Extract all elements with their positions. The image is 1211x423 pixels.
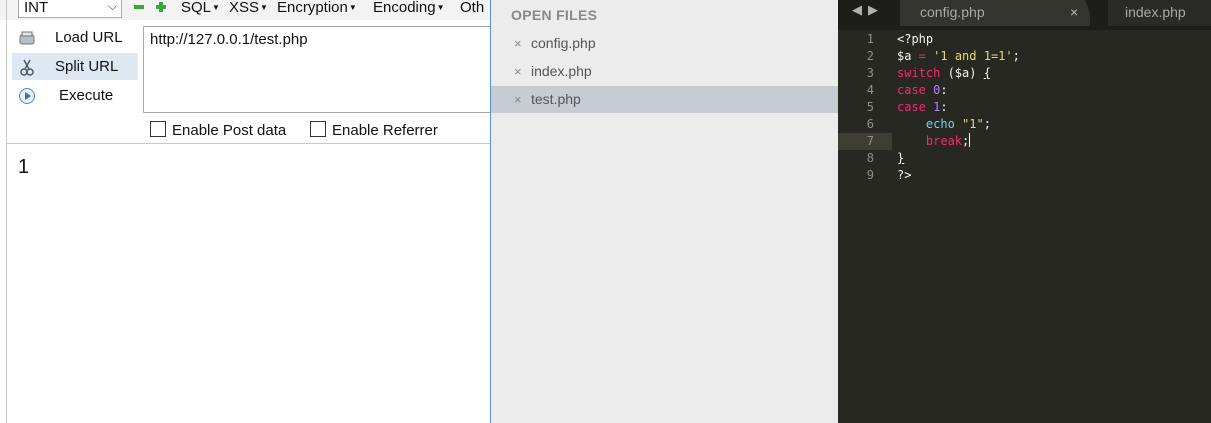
line-number: 4	[866, 83, 874, 97]
line-number: 7	[866, 134, 874, 148]
menu-encryption[interactable]: Encryption▼	[277, 0, 357, 18]
tab-config-php[interactable]: config.php ×	[900, 0, 1090, 26]
line-number: 5	[866, 100, 874, 114]
enable-referrer-checkbox[interactable]: Enable Referrer	[310, 121, 438, 140]
menu-sql[interactable]: SQL▼	[181, 0, 220, 18]
load-url-button[interactable]: Load URL	[12, 24, 138, 51]
code-line: switch ($a) {	[897, 66, 991, 80]
enable-post-data-checkbox[interactable]: Enable Post data	[150, 121, 286, 140]
panel-border	[6, 0, 7, 423]
code-line: echo "1";	[925, 117, 991, 131]
line-number: 9	[866, 168, 874, 182]
line-number: 1	[866, 32, 874, 46]
url-input[interactable]: http://127.0.0.1/test.php	[143, 26, 490, 113]
code-line: <?php	[897, 32, 934, 46]
open-file-item[interactable]: × config.php	[491, 30, 838, 57]
open-file-item-active[interactable]: × test.php	[491, 86, 838, 113]
page-output: 1	[18, 156, 30, 178]
line-number-gutter: 1 2 3 4 5 6 7 8 9	[838, 30, 890, 423]
line-number: 6	[866, 117, 874, 131]
chevron-down-icon: ⌵	[107, 0, 117, 13]
execute-button[interactable]: Execute	[12, 82, 138, 109]
code-line: $a = '1 and 1=1';	[897, 49, 1020, 63]
text-cursor	[969, 133, 971, 147]
play-icon	[19, 88, 35, 104]
hackbar-toolbar: INT ⌵ SQL▼ XSS▼ Encryption▼ Encoding▼ Ot…	[0, 0, 490, 20]
checkbox-box[interactable]	[150, 121, 166, 137]
line-number: 3	[866, 66, 874, 80]
open-files-heading: OPEN FILES	[511, 7, 598, 23]
code-line: ?>	[897, 168, 912, 182]
close-icon[interactable]: ×	[514, 30, 522, 57]
minus-icon[interactable]	[133, 1, 145, 13]
code-editor[interactable]: ◀ ▶ config.php × index.php 1 2 3 4 5 6 7…	[838, 0, 1211, 423]
type-select[interactable]: INT ⌵	[18, 0, 122, 18]
divider	[7, 143, 490, 144]
menu-encoding[interactable]: Encoding▼	[373, 0, 444, 18]
code-line: }	[897, 151, 905, 165]
line-number: 8	[866, 151, 874, 165]
plus-icon[interactable]	[155, 1, 167, 13]
menu-xss[interactable]: XSS▼	[229, 0, 268, 18]
split-url-button[interactable]: Split URL	[12, 53, 138, 80]
url-value: http://127.0.0.1/test.php	[150, 31, 308, 48]
arrow-right-icon[interactable]: ▶	[868, 0, 878, 20]
tab-bar: ◀ ▶ config.php × index.php	[838, 0, 1211, 30]
close-icon[interactable]: ×	[1070, 0, 1078, 24]
code-line-current: break;	[925, 133, 971, 148]
open-file-item[interactable]: × index.php	[491, 58, 838, 85]
tab-index-php[interactable]: index.php	[1108, 0, 1211, 26]
arrow-left-icon[interactable]: ◀	[852, 0, 862, 20]
open-files-sidebar: OPEN FILES × config.php × index.php × te…	[490, 0, 838, 423]
close-icon[interactable]: ×	[514, 58, 522, 85]
code-line: case 0:	[897, 83, 948, 97]
menu-other[interactable]: Oth	[460, 0, 484, 18]
checkbox-box[interactable]	[310, 121, 326, 137]
close-icon[interactable]: ×	[514, 86, 522, 113]
hackbar-panel: INT ⌵ SQL▼ XSS▼ Encryption▼ Encoding▼ Ot…	[0, 0, 490, 423]
load-url-icon	[19, 31, 35, 45]
line-number: 2	[866, 49, 874, 63]
type-select-value: INT	[24, 0, 49, 16]
scissors-icon	[20, 59, 34, 76]
code-line: case 1:	[897, 100, 948, 114]
